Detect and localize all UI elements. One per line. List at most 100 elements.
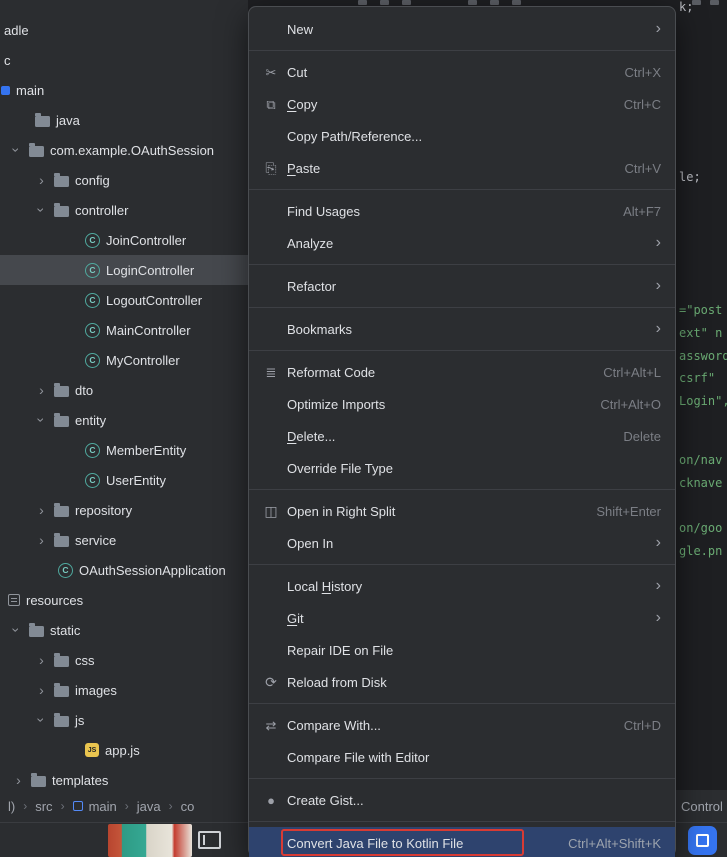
menu-item-open-in[interactable]: Open In	[249, 527, 675, 559]
tree-item-userentity[interactable]: UserEntity	[0, 465, 248, 495]
tree-item-images[interactable]: images	[0, 675, 248, 705]
menu-item-compare-with[interactable]: Compare With... Ctrl+D	[249, 709, 675, 741]
tree-item-templates[interactable]: templates	[0, 765, 248, 792]
tree-item-java[interactable]: java	[0, 105, 248, 135]
menu-item-delete[interactable]: Delete... Delete	[249, 420, 675, 452]
tree-item-service[interactable]: service	[0, 525, 248, 555]
tree-item-css[interactable]: css	[0, 645, 248, 675]
breadcrumb-item[interactable]: l)	[8, 799, 15, 814]
folder-icon	[54, 412, 69, 427]
tree-item-logincontroller[interactable]: LoginController	[0, 255, 248, 285]
editor-area[interactable]: k; le; ="post ext" n assword csrf" Login…	[676, 0, 727, 790]
breadcrumb-item[interactable]: src	[35, 799, 52, 814]
tree-item-label: JoinController	[106, 232, 187, 248]
tree-item-package-root[interactable]: com.example.OAuthSession	[0, 135, 248, 165]
menu-item-label: Copy	[287, 96, 318, 112]
breadcrumb-item[interactable]: co	[181, 799, 195, 814]
menu-item-copy[interactable]: Copy Ctrl+C	[249, 88, 675, 120]
folder-icon	[54, 652, 69, 667]
paste-icon	[261, 161, 281, 175]
tree-item-memberentity[interactable]: MemberEntity	[0, 435, 248, 465]
chevron-right-icon[interactable]	[12, 773, 25, 787]
tree-item-logoutcontroller[interactable]: LogoutController	[0, 285, 248, 315]
menu-item-reload-from-disk[interactable]: Reload from Disk	[249, 666, 675, 698]
menu-item-label: Analyze	[287, 235, 334, 251]
menu-item-convert-java-to-kotlin[interactable]: Convert Java File to Kotlin File Ctrl+Al…	[249, 827, 675, 857]
tree-item-joincontroller[interactable]: JoinController	[0, 225, 248, 255]
breadcrumb-separator-icon: ›	[23, 799, 28, 813]
toolbar-icon	[468, 0, 477, 5]
menu-item-override-file-type[interactable]: Override File Type	[249, 452, 675, 484]
chevron-right-icon[interactable]	[35, 173, 48, 187]
tree-item-label: static	[50, 622, 81, 638]
menu-item-find-usages[interactable]: Find Usages Alt+F7	[249, 195, 675, 227]
chevron-right-icon[interactable]	[35, 383, 48, 397]
menu-item-bookmarks[interactable]: Bookmarks	[249, 313, 675, 345]
chevron-down-icon[interactable]	[35, 413, 48, 427]
tree-item-label: repository	[75, 502, 133, 518]
submenu-arrow-icon	[656, 321, 661, 337]
menu-item-open-in-right-split[interactable]: Open in Right Split Shift+Enter	[249, 495, 675, 527]
folder-icon	[35, 112, 50, 127]
tree-item-maincontroller[interactable]: MainController	[0, 315, 248, 345]
chevron-down-icon[interactable]	[10, 143, 23, 157]
menu-item-local-history[interactable]: Local History	[249, 570, 675, 602]
menu-item-compare-file-with-editor[interactable]: Compare File with Editor	[249, 741, 675, 773]
menu-item-label: Optimize Imports	[287, 396, 386, 412]
menu-item-reformat-code[interactable]: Reformat Code Ctrl+Alt+L	[249, 356, 675, 388]
chevron-down-icon[interactable]	[35, 713, 48, 727]
tree-item-appjs[interactable]: app.js	[0, 735, 248, 765]
menu-item-repair-ide[interactable]: Repair IDE on File	[249, 634, 675, 666]
tree-item-application-class[interactable]: OAuthSessionApplication	[0, 555, 248, 585]
menu-item-copy-path[interactable]: Copy Path/Reference...	[249, 120, 675, 152]
tree-item-c[interactable]: c	[0, 45, 248, 75]
menu-item-optimize-imports[interactable]: Optimize Imports Ctrl+Alt+O	[249, 388, 675, 420]
chevron-right-icon[interactable]	[35, 653, 48, 667]
chevron-down-icon[interactable]	[35, 203, 48, 217]
breadcrumb-item[interactable]: main	[72, 799, 117, 814]
menu-item-paste[interactable]: Paste Ctrl+V	[249, 152, 675, 184]
menu-separator	[249, 703, 675, 704]
tree-item-resources[interactable]: resources	[0, 585, 248, 615]
tree-item-label: LogoutController	[106, 292, 203, 308]
menu-item-git[interactable]: Git	[249, 602, 675, 634]
tree-item-entity[interactable]: entity	[0, 405, 248, 435]
toolbar-icon	[490, 0, 499, 5]
module-icon	[72, 801, 83, 811]
tree-item-js[interactable]: js	[0, 705, 248, 735]
breadcrumb-item[interactable]: java	[137, 799, 161, 814]
menu-item-label: Local History	[287, 578, 363, 594]
chevron-right-icon[interactable]	[35, 503, 48, 517]
menu-item-create-gist[interactable]: Create Gist...	[249, 784, 675, 816]
chevron-right-icon[interactable]	[35, 533, 48, 547]
breadcrumb-separator-icon: ›	[60, 799, 65, 813]
tree-item-config[interactable]: config	[0, 165, 248, 195]
code-fragment: csrf"	[679, 371, 716, 385]
breadcrumb-item-right[interactable]: Control	[681, 790, 723, 822]
menu-item-label: Copy Path/Reference...	[287, 128, 423, 144]
tree-item-main[interactable]: main	[0, 75, 248, 105]
code-fragment: gle.pn	[679, 544, 723, 558]
device-icon[interactable]	[198, 831, 221, 849]
menu-item-label: Find Usages	[287, 203, 360, 219]
tree-item-repository[interactable]: repository	[0, 495, 248, 525]
menu-item-new[interactable]: New	[249, 13, 675, 45]
code-fragment: cknave	[679, 476, 723, 490]
chevron-down-icon[interactable]	[10, 623, 23, 637]
tree-item-label: java	[56, 112, 80, 128]
menu-item-cut[interactable]: Cut Ctrl+X	[249, 56, 675, 88]
menu-separator	[249, 350, 675, 351]
chevron-right-icon[interactable]	[35, 683, 48, 697]
tree-item-static[interactable]: static	[0, 615, 248, 645]
class-icon	[85, 262, 100, 278]
plugin-icon[interactable]	[688, 826, 717, 855]
tree-item-dto[interactable]: dto	[0, 375, 248, 405]
folder-icon	[54, 682, 69, 697]
menu-item-analyze[interactable]: Analyze	[249, 227, 675, 259]
tree-item-mycontroller[interactable]: MyController	[0, 345, 248, 375]
menu-item-refactor[interactable]: Refactor	[249, 270, 675, 302]
tree-item-controller[interactable]: controller	[0, 195, 248, 225]
menu-item-label: Compare With...	[287, 717, 381, 733]
tree-item-gradle[interactable]: adle	[0, 15, 248, 45]
tree-item-label: OAuthSessionApplication	[79, 562, 226, 578]
